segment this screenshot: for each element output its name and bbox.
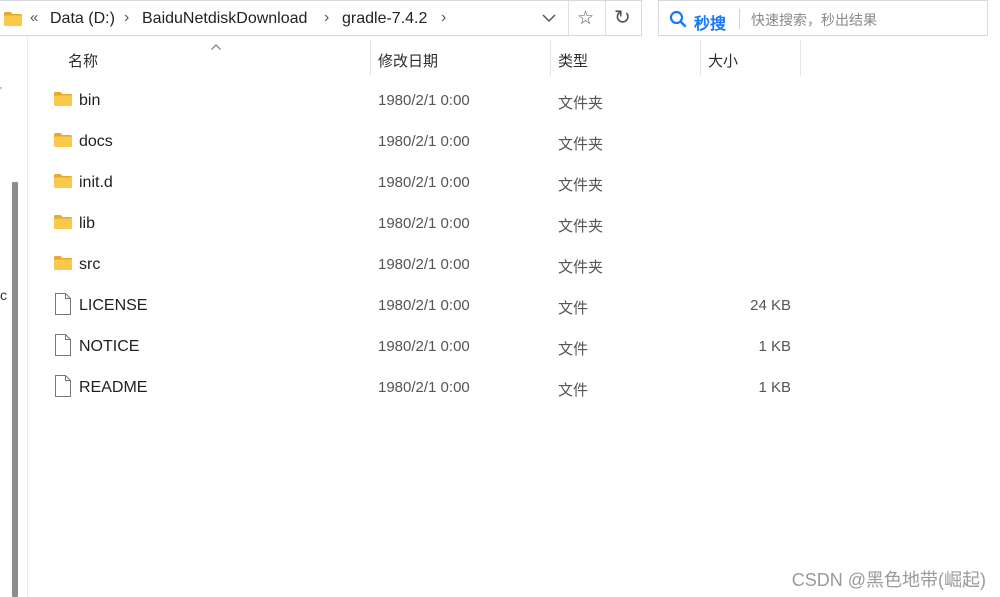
refresh-icon[interactable]: ↻ bbox=[614, 5, 631, 30]
search-icon[interactable] bbox=[669, 10, 687, 33]
file-name: LICENSE bbox=[79, 297, 148, 314]
column-header-date[interactable]: 修改日期 bbox=[378, 50, 438, 71]
watermark: CSDN @黑色地带(崛起) bbox=[791, 570, 986, 590]
file-date: 1980/2/1 0:00 bbox=[378, 174, 470, 191]
pane-marker: ' bbox=[0, 86, 2, 97]
file-type: 文件 bbox=[558, 382, 589, 399]
file-row[interactable]: src 1980/2/1 0:00 文件夹 bbox=[28, 244, 808, 285]
folder-icon bbox=[3, 11, 23, 32]
file-name: bin bbox=[79, 92, 101, 109]
breadcrumb-overflow-button[interactable]: « bbox=[30, 9, 38, 26]
file-type: 文件夹 bbox=[558, 218, 604, 235]
file-date: 1980/2/1 0:00 bbox=[378, 338, 470, 355]
column-header-size[interactable]: 大小 bbox=[708, 50, 738, 71]
file-icon bbox=[54, 334, 72, 361]
file-date: 1980/2/1 0:00 bbox=[378, 297, 470, 314]
folder-icon bbox=[53, 173, 73, 194]
divider bbox=[605, 1, 606, 35]
chevron-right-icon[interactable]: › bbox=[324, 9, 329, 27]
file-row[interactable]: LICENSE 1980/2/1 0:00 文件 24 KB bbox=[28, 285, 808, 326]
file-name: README bbox=[79, 379, 148, 396]
file-type: 文件夹 bbox=[558, 177, 604, 194]
folder-icon bbox=[53, 255, 73, 276]
file-date: 1980/2/1 0:00 bbox=[378, 379, 470, 396]
file-row[interactable]: docs 1980/2/1 0:00 文件夹 bbox=[28, 121, 808, 162]
file-date: 1980/2/1 0:00 bbox=[378, 133, 470, 150]
file-type: 文件夹 bbox=[558, 136, 604, 153]
file-name: NOTICE bbox=[79, 338, 140, 355]
file-type: 文件夹 bbox=[558, 95, 604, 112]
divider bbox=[568, 1, 569, 35]
search-box[interactable]: 秒搜 bbox=[658, 0, 988, 36]
file-name: docs bbox=[79, 133, 113, 150]
divider bbox=[739, 9, 740, 29]
file-name: lib bbox=[79, 215, 96, 232]
file-icon bbox=[54, 293, 72, 320]
file-row[interactable]: lib 1980/2/1 0:00 文件夹 bbox=[28, 203, 808, 244]
file-row[interactable]: bin 1980/2/1 0:00 文件夹 bbox=[28, 80, 808, 121]
column-divider[interactable] bbox=[550, 40, 551, 76]
file-size: 1 KB bbox=[758, 379, 791, 396]
file-size: 1 KB bbox=[758, 338, 791, 355]
breadcrumb-item-gradle[interactable]: gradle-7.4.2 bbox=[342, 10, 427, 28]
file-type: 文件夹 bbox=[558, 259, 604, 276]
column-header: 名称 修改日期 类型 大小 bbox=[28, 36, 808, 80]
column-divider[interactable] bbox=[700, 40, 701, 76]
file-size: 24 KB bbox=[750, 297, 791, 314]
chevron-down-icon[interactable] bbox=[540, 8, 558, 33]
folder-icon bbox=[53, 214, 73, 235]
folder-icon bbox=[53, 91, 73, 112]
column-header-type[interactable]: 类型 bbox=[558, 50, 588, 71]
file-date: 1980/2/1 0:00 bbox=[378, 92, 470, 109]
file-list: bin 1980/2/1 0:00 文件夹 docs 1980/2/1 0:00… bbox=[28, 80, 808, 408]
file-icon bbox=[54, 375, 72, 402]
file-row[interactable]: NOTICE 1980/2/1 0:00 文件 1 KB bbox=[28, 326, 808, 367]
scrollbar-thumb[interactable] bbox=[12, 182, 18, 597]
file-row[interactable]: init.d 1980/2/1 0:00 文件夹 bbox=[28, 162, 808, 203]
star-outline-icon[interactable]: ☆ bbox=[577, 7, 594, 30]
file-name: src bbox=[79, 256, 101, 273]
file-row[interactable]: README 1980/2/1 0:00 文件 1 KB bbox=[28, 367, 808, 408]
file-name: init.d bbox=[79, 174, 113, 191]
navigation-pane-clipped-text: c bbox=[0, 287, 7, 303]
breadcrumb-item-drive[interactable]: Data (D:) bbox=[50, 10, 115, 28]
file-date: 1980/2/1 0:00 bbox=[378, 215, 470, 232]
search-brand-label: 秒搜 bbox=[694, 16, 727, 33]
chevron-right-icon[interactable]: › bbox=[124, 9, 129, 27]
column-divider[interactable] bbox=[370, 40, 371, 76]
file-date: 1980/2/1 0:00 bbox=[378, 256, 470, 273]
search-input[interactable] bbox=[749, 8, 983, 32]
chevron-right-icon[interactable]: › bbox=[441, 9, 446, 27]
column-header-name[interactable]: 名称 bbox=[68, 50, 98, 71]
sort-ascending-icon bbox=[210, 38, 222, 56]
breadcrumb-item-download[interactable]: BaiduNetdiskDownload bbox=[142, 10, 307, 28]
file-type: 文件 bbox=[558, 341, 589, 358]
column-divider[interactable] bbox=[800, 40, 801, 76]
folder-icon bbox=[53, 132, 73, 153]
address-bar[interactable]: « Data (D:) › BaiduNetdiskDownload › gra… bbox=[0, 0, 642, 36]
file-type: 文件 bbox=[558, 300, 589, 317]
